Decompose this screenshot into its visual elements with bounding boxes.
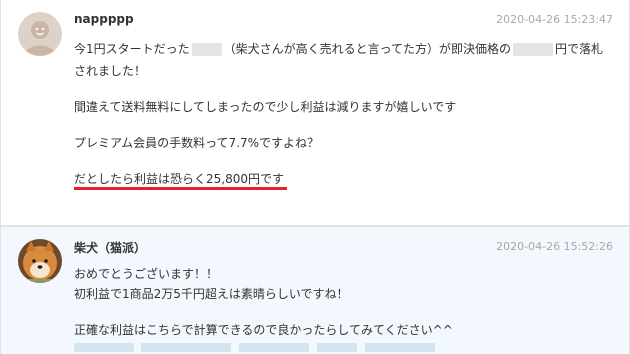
comment-text-line: されました！ xyxy=(74,64,147,78)
redacted-link xyxy=(141,343,231,352)
red-underline-highlight xyxy=(74,187,287,190)
comment-text-line: 初利益で1商品2万5千円超えは素晴らしいですね！ xyxy=(74,287,349,301)
comment-username[interactable]: nappppp xyxy=(74,12,134,26)
redacted-link xyxy=(317,343,357,352)
default-user-avatar-icon[interactable] xyxy=(18,12,62,56)
comment-text-line: 今1円スタートだった （柴犬さんが高く売れると言ってた方）が即決価格の 円で落札 xyxy=(74,40,603,57)
redacted-link xyxy=(74,343,134,352)
comment-username[interactable]: 柴犬（猫派） xyxy=(74,239,146,256)
redacted-text xyxy=(191,43,222,56)
comment-text-line: 間違えて送料無料にしてしまったので少し利益は減りますが嬉しいです xyxy=(74,100,457,114)
shiba-dog-avatar-icon[interactable] xyxy=(18,239,62,283)
comment-text-line: 正確な利益はこちらで計算できるので良かったらしてみてください^^ xyxy=(74,323,453,337)
comment-text: 円で落札 xyxy=(555,42,604,56)
comment-text: 今1円スタートだった xyxy=(74,42,190,56)
redacted-text xyxy=(513,43,554,56)
comment-timestamp: 2020-04-26 15:52:26 xyxy=(496,240,613,253)
comment-text: （柴犬さんが高く売れると言ってた方）が即決価格の xyxy=(223,42,512,56)
redacted-link xyxy=(365,343,435,352)
comment-timestamp: 2020-04-26 15:23:47 xyxy=(496,13,613,26)
comment-card: nappppp 2020-04-26 15:23:47 今1円スタートだった （柴… xyxy=(0,0,630,226)
comment-text-line: おめでとうございます！！ xyxy=(74,267,219,281)
reply-comment-card: 柴犬（猫派） 2020-04-26 15:52:26 おめでとうございます！！ … xyxy=(0,226,630,354)
redacted-link xyxy=(239,343,309,352)
comment-text-line-highlighted: だとしたら利益は恐らく25,800円です xyxy=(74,172,284,186)
comment-text-line: プレミアム会員の手数料って7.7%ですよね？ xyxy=(74,136,320,150)
